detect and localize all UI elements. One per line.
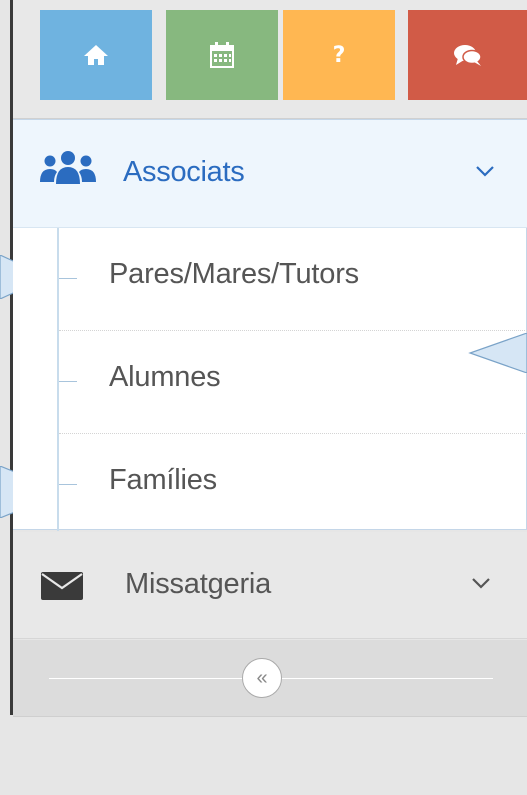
submenu-item-families[interactable]: Famílies [13, 434, 527, 536]
comments-icon [453, 45, 482, 66]
double-chevron-left-icon: « [256, 667, 268, 689]
home-icon [84, 45, 108, 65]
sidebar-collapse-bar: « [13, 640, 527, 717]
submenu-item-alumnes[interactable]: Alumnes [13, 331, 527, 433]
callout-pointer-right [468, 333, 527, 373]
chevron-down-icon [472, 578, 490, 589]
chevron-down-icon [476, 166, 494, 177]
help-button[interactable]: ? [283, 10, 395, 100]
submenu-tick [59, 484, 77, 485]
submenu-item-label: Famílies [109, 464, 217, 496]
menu-associats-label: Associats [123, 156, 245, 188]
users-icon [40, 151, 96, 184]
submenu-item-pares-mares-tutors[interactable]: Pares/Mares/Tutors [13, 228, 527, 330]
submenu-tick [59, 381, 77, 382]
submenu-item-label: Pares/Mares/Tutors [109, 258, 359, 290]
sidebar: ? Associats Pares/Mares/Tutors Alumnes F… [13, 0, 527, 795]
help-icon: ? [332, 42, 346, 68]
shortcuts-bar: ? [13, 0, 527, 119]
calendar-button[interactable] [166, 10, 278, 100]
home-button[interactable] [40, 10, 152, 100]
submenu-associats: Pares/Mares/Tutors Alumnes Famílies [13, 228, 527, 531]
calendar-icon [210, 42, 234, 68]
chat-button[interactable] [408, 10, 527, 100]
menu-missatgeria[interactable]: Missatgeria [13, 532, 527, 639]
collapse-sidebar-button[interactable]: « [242, 658, 282, 698]
menu-associats-toggle[interactable]: Associats [13, 120, 527, 228]
submenu-item-label: Alumnes [109, 361, 221, 393]
menu-associats: Associats Pares/Mares/Tutors Alumnes Fam… [13, 119, 527, 531]
menu-missatgeria-label: Missatgeria [125, 568, 272, 600]
envelope-icon [41, 572, 83, 600]
submenu-tick [59, 278, 77, 279]
